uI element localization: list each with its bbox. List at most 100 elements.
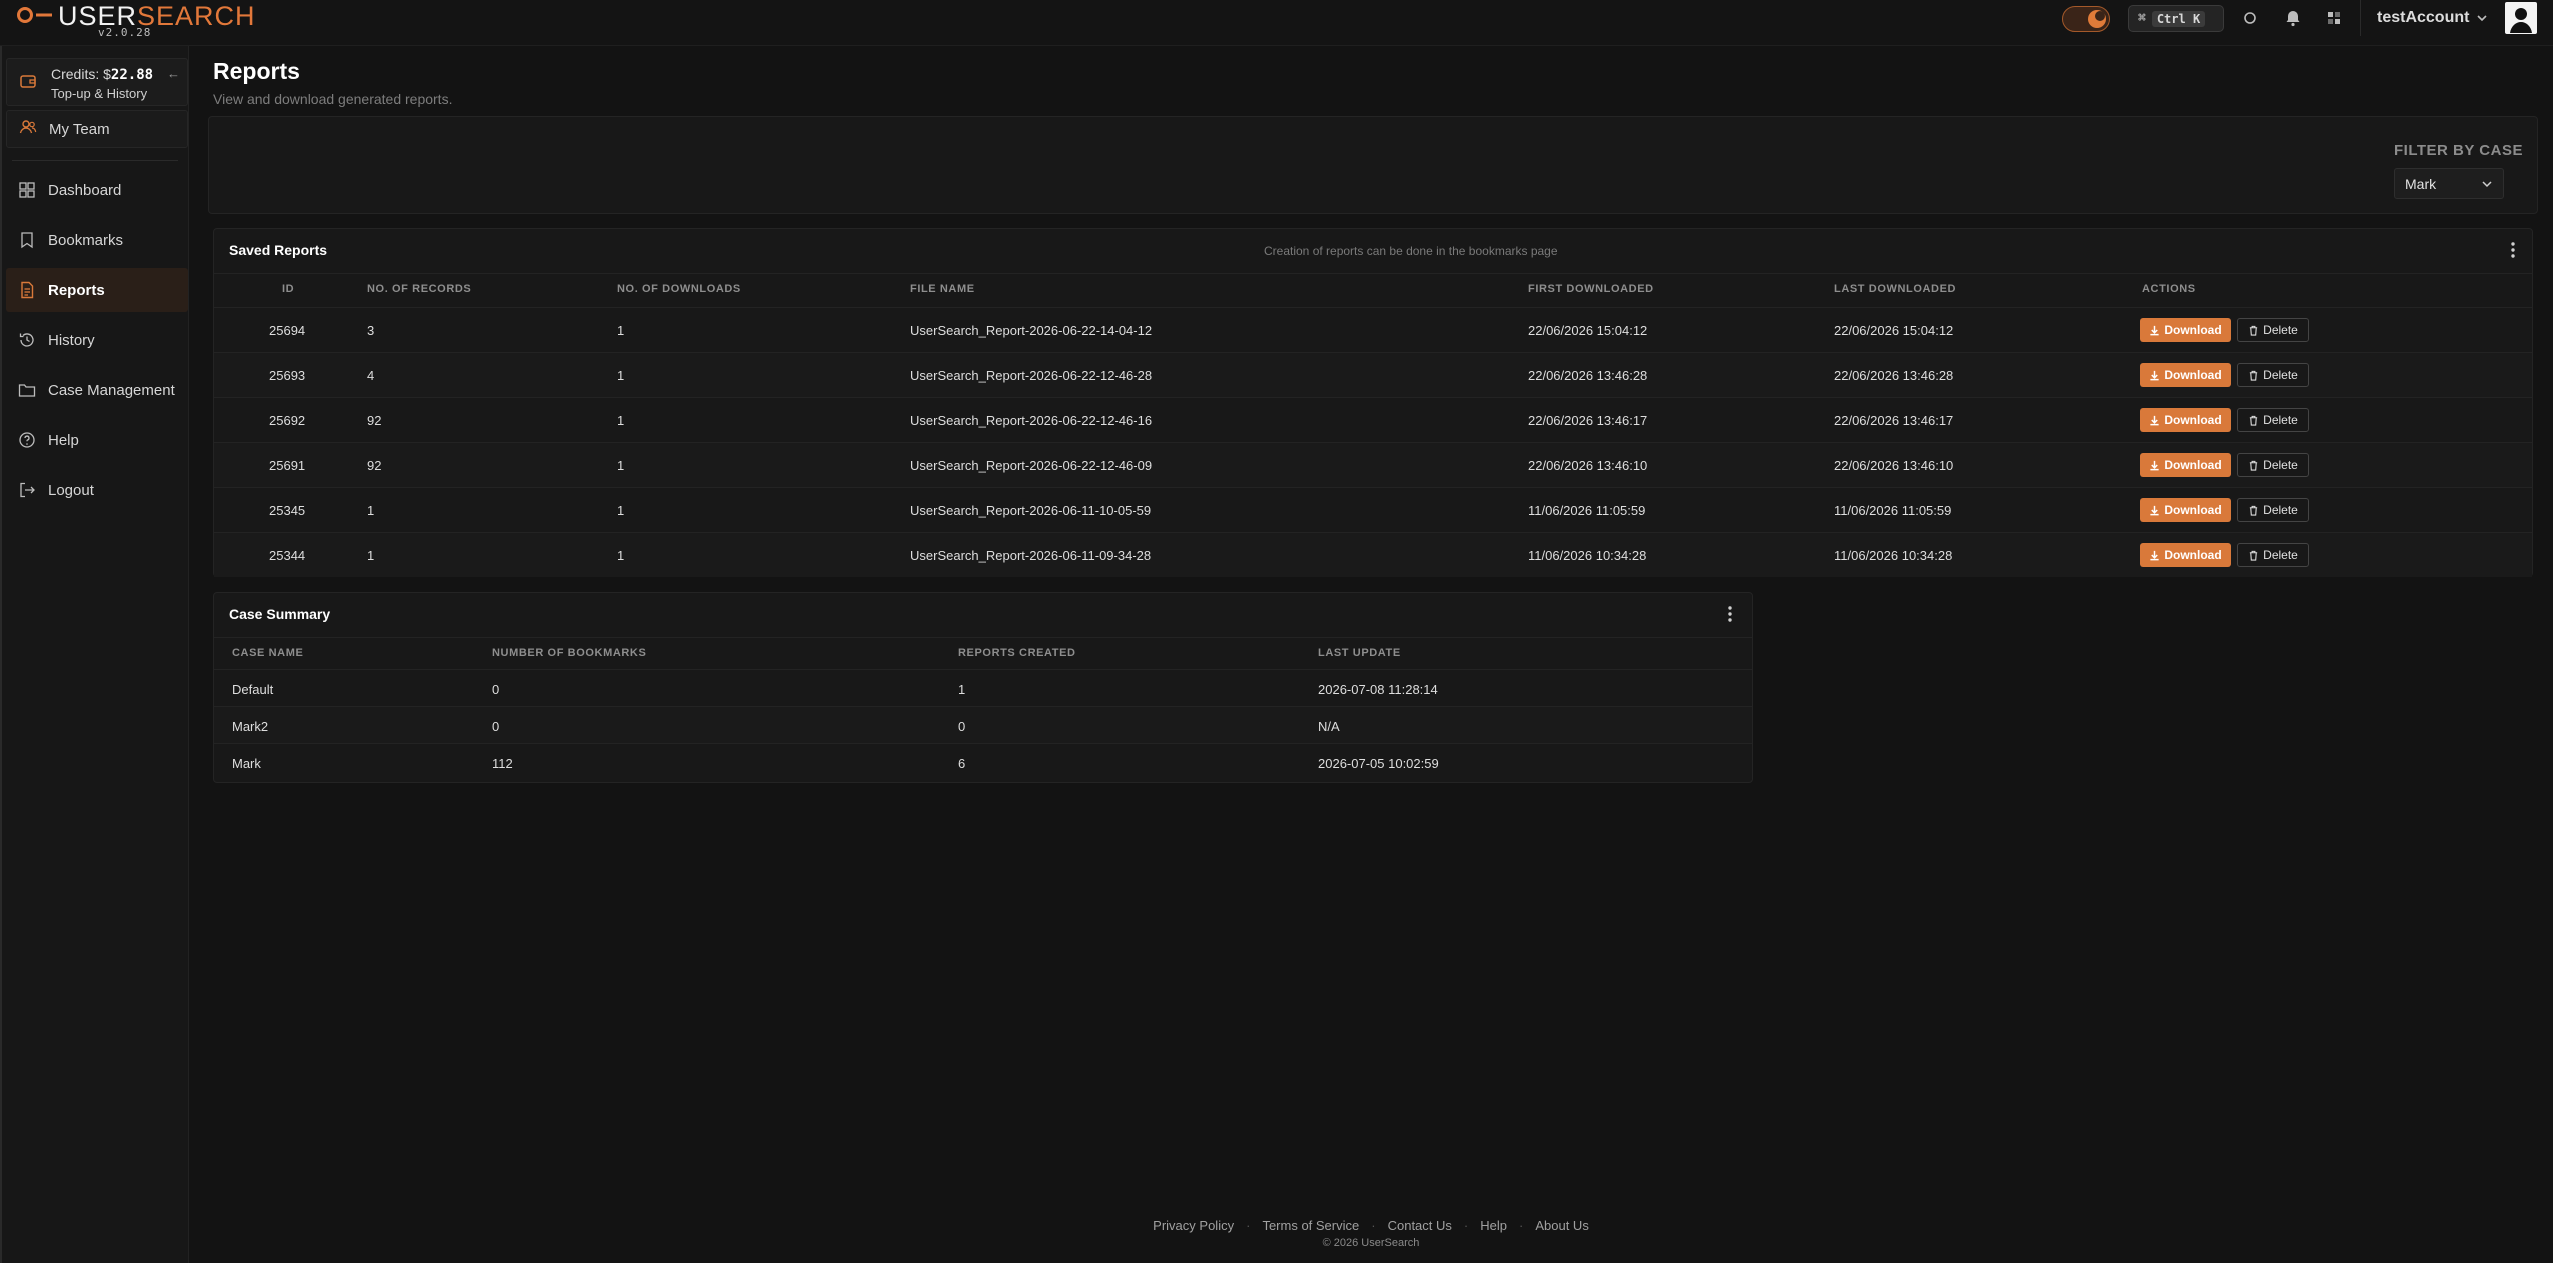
- download-button[interactable]: Download: [2140, 498, 2231, 522]
- table-row: 25691 92 1 UserSearch_Report-2026-06-22-…: [214, 442, 2532, 487]
- table-row[interactable]: Default 0 1 2026-07-08 11:28:14: [214, 669, 1752, 706]
- footer-link-help[interactable]: Help: [1480, 1218, 1507, 1233]
- account-name: testAccount: [2377, 9, 2470, 26]
- report-last-downloaded: 11/06/2026 10:34:28: [1834, 548, 1953, 563]
- case-bookmarks: 112: [492, 756, 513, 771]
- report-id: 25692: [269, 413, 306, 428]
- topup-history-link[interactable]: Top-up & History: [51, 86, 147, 101]
- sidebar-item-history[interactable]: History: [6, 318, 188, 362]
- top-bar: USERSEARCH v2.0.28 ⌘ Ctrl K testAccount: [0, 0, 2553, 46]
- page-title: Reports: [213, 58, 300, 84]
- footer-link-terms[interactable]: Terms of Service: [1262, 1218, 1359, 1233]
- delete-button[interactable]: Delete: [2237, 318, 2309, 342]
- delete-button[interactable]: Delete: [2237, 363, 2309, 387]
- collapse-sidebar-icon[interactable]: ←: [167, 66, 180, 81]
- table-row[interactable]: Mark2 0 0 N/A: [214, 706, 1752, 743]
- team-icon: [19, 118, 37, 140]
- credits-widget[interactable]: Credits: $22.88 Top-up & History ←: [6, 58, 188, 106]
- case-name: Mark2: [232, 719, 269, 734]
- bell-icon[interactable]: [2283, 8, 2303, 28]
- bookmark-icon: [18, 231, 36, 249]
- footer-link-privacy[interactable]: Privacy Policy: [1153, 1218, 1234, 1233]
- case-reports: 6: [958, 756, 966, 771]
- case-bookmarks: 0: [492, 719, 500, 734]
- download-icon: [2150, 460, 2159, 470]
- search-icon[interactable]: [2240, 8, 2260, 28]
- trash-icon: [2249, 505, 2258, 516]
- download-button[interactable]: Download: [2140, 453, 2231, 477]
- delete-button[interactable]: Delete: [2237, 498, 2309, 522]
- download-button[interactable]: Download: [2140, 543, 2231, 567]
- sidebar-item-label: My Team: [49, 120, 110, 138]
- sidebar-item-my-team[interactable]: My Team: [6, 110, 188, 148]
- sidebar-item-dashboard[interactable]: Dashboard: [6, 168, 188, 212]
- page-subtitle: View and download generated reports.: [213, 91, 453, 107]
- card-divider: [214, 273, 2532, 274]
- command-key-icon: ⌘: [2138, 11, 2146, 26]
- download-icon: [2150, 415, 2159, 425]
- download-icon: [2150, 550, 2159, 560]
- download-button[interactable]: Download: [2140, 408, 2231, 432]
- report-file-name: UserSearch_Report-2026-06-11-09-34-28: [910, 548, 1152, 563]
- sidebar-item-label: Bookmarks: [48, 231, 124, 249]
- report-icon: [18, 281, 36, 299]
- footer-link-contact[interactable]: Contact Us: [1388, 1218, 1452, 1233]
- case-summary-title: Case Summary: [229, 606, 331, 622]
- theme-toggle[interactable]: [2062, 6, 2110, 32]
- download-button[interactable]: Download: [2140, 318, 2231, 342]
- sidebar-item-label: Reports: [48, 281, 105, 299]
- account-menu[interactable]: testAccount: [2360, 0, 2489, 36]
- report-file-name: UserSearch_Report-2026-06-22-14-04-12: [910, 323, 1153, 338]
- footer-link-about[interactable]: About Us: [1535, 1218, 1588, 1233]
- report-id: 25694: [269, 323, 306, 338]
- report-records: 92: [367, 413, 382, 428]
- report-first-downloaded: 22/06/2026 13:46:10: [1528, 458, 1648, 473]
- chevron-down-icon: [2477, 15, 2488, 22]
- case-name: Mark: [232, 756, 261, 771]
- command-palette-shortcut[interactable]: ⌘ Ctrl K: [2128, 5, 2224, 32]
- report-id: 25345: [269, 503, 306, 518]
- column-header-file-name: FILE NAME: [910, 283, 975, 295]
- avatar[interactable]: [2505, 2, 2537, 34]
- sidebar-item-label: Dashboard: [48, 181, 122, 199]
- table-row[interactable]: Mark 112 6 2026-07-05 10:02:59: [214, 743, 1752, 780]
- delete-button[interactable]: Delete: [2237, 543, 2309, 567]
- sidebar: Credits: $22.88 Top-up & History ← My Te…: [0, 46, 189, 1263]
- report-downloads: 1: [617, 503, 625, 518]
- report-last-downloaded: 22/06/2026 15:04:12: [1834, 323, 1954, 338]
- card-divider: [214, 637, 1752, 638]
- sidebar-item-reports[interactable]: Reports: [6, 268, 188, 312]
- report-records: 1: [367, 503, 375, 518]
- delete-button[interactable]: Delete: [2237, 408, 2309, 432]
- more-options-icon[interactable]: [1721, 603, 1739, 625]
- footer-separator: ·: [1463, 1218, 1469, 1233]
- report-file-name: UserSearch_Report-2026-06-22-12-46-16: [910, 413, 1153, 428]
- column-header-last-update: LAST UPDATE: [1318, 647, 1401, 659]
- help-icon: [18, 431, 36, 449]
- history-icon: [18, 331, 36, 349]
- delete-button[interactable]: Delete: [2237, 453, 2309, 477]
- report-first-downloaded: 22/06/2026 15:04:12: [1528, 323, 1648, 338]
- case-reports: 1: [958, 682, 966, 697]
- column-header-first-downloaded: FIRST DOWNLOADED: [1528, 283, 1654, 295]
- sidebar-item-label: Logout: [48, 481, 94, 499]
- case-last-update: N/A: [1318, 719, 1340, 734]
- report-downloads: 1: [617, 413, 625, 428]
- more-options-icon[interactable]: [2504, 239, 2522, 261]
- sidebar-item-label: Case Management: [48, 381, 175, 399]
- download-button[interactable]: Download: [2140, 363, 2231, 387]
- apps-grid-icon[interactable]: [2324, 8, 2344, 28]
- case-filter-select[interactable]: Mark: [2394, 168, 2504, 199]
- sidebar-item-logout[interactable]: Logout: [6, 468, 188, 512]
- sidebar-item-case-management[interactable]: Case Management: [6, 368, 188, 412]
- column-header-last-downloaded: LAST DOWNLOADED: [1834, 283, 1957, 295]
- trash-icon: [2249, 460, 2258, 471]
- sidebar-item-bookmarks[interactable]: Bookmarks: [6, 218, 188, 262]
- column-header-bookmarks: NUMBER OF BOOKMARKS: [492, 647, 647, 659]
- user-avatar-icon: [2510, 8, 2532, 33]
- report-last-downloaded: 22/06/2026 13:46:28: [1834, 368, 1954, 383]
- case-name: Default: [232, 682, 274, 697]
- sidebar-item-help[interactable]: Help: [6, 418, 188, 462]
- case-summary-card: Case Summary CASE NAME NUMBER OF BOOKMAR…: [213, 592, 1753, 783]
- report-records: 4: [367, 368, 375, 383]
